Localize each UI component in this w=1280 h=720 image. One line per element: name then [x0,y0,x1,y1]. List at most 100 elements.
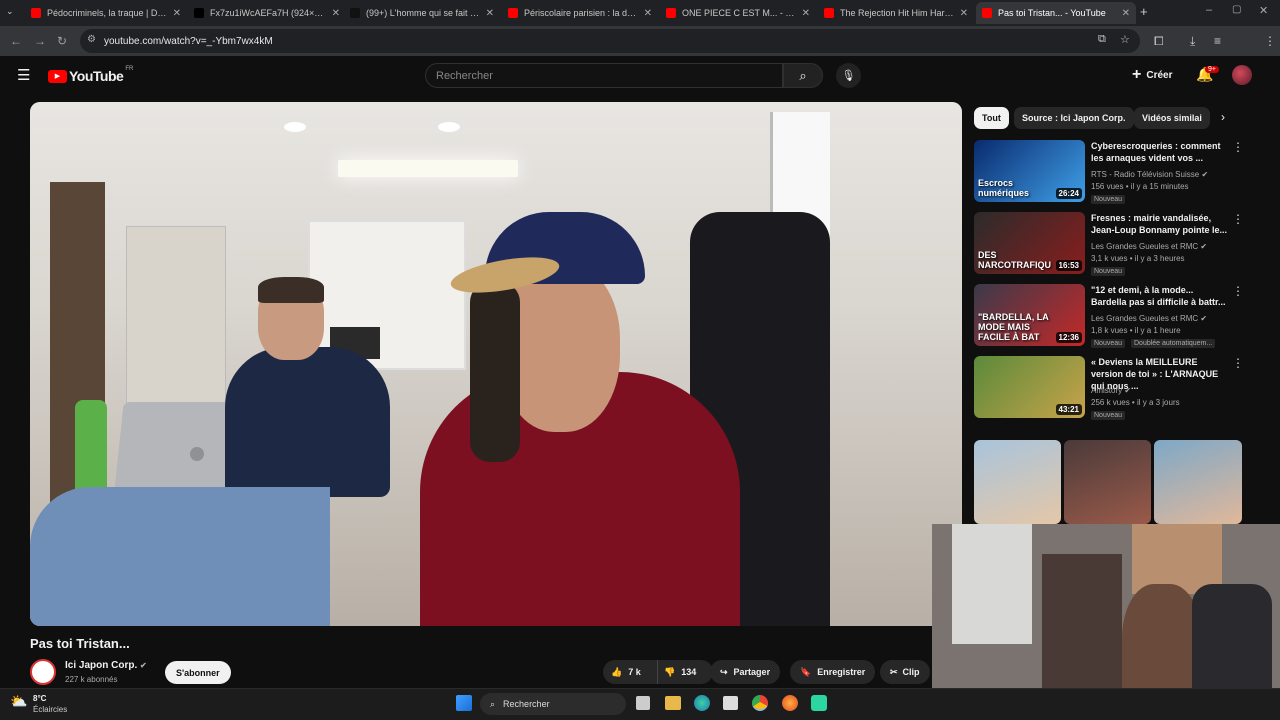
address-bar[interactable]: ⚙ youtube.com/watch?v=_-Ybm7wx4kM ⧉ ☆ [80,29,1140,53]
rec-title[interactable]: Cyberescroqueries : comment les arnaques… [1091,140,1231,164]
recommendation-item[interactable]: Escrocs numériques 26:24 Cyberescroqueries… [974,140,1254,206]
taskbar-search[interactable]: ⌕ Rechercher [480,693,626,715]
recommendation-item[interactable]: "BARDELLA, LA MODE MAIS FACILE À BAT 12:3… [974,284,1254,350]
chevron-right-icon[interactable]: › [1221,110,1225,124]
media-icon[interactable]: ≡ [1214,34,1221,48]
more-actions-icon[interactable]: ⋮ [1232,212,1244,226]
browser-tab[interactable]: Pas toi Tristan... - YouTube ✕ [976,2,1136,24]
search-icon: ⌕ [799,67,807,83]
weather-icon[interactable]: ⛅ [10,693,27,710]
dislike-button[interactable]: 👎 134 [658,667,696,678]
channel-name[interactable]: Ici Japon Corp. ✔ [65,660,147,671]
duration-badge: 26:24 [1055,188,1082,199]
download-icon[interactable]: ⤓ [1190,34,1195,49]
recommendation-item[interactable]: DES NARCOTRAFIQU 16:53 Fresnes : mairie va… [974,212,1254,278]
store-icon[interactable] [723,696,738,710]
back-icon[interactable]: ← [10,34,22,48]
filter-chip[interactable]: Vidéos similai [1134,107,1210,129]
browser-tab[interactable]: ONE PIECE C EST M... - LA COM ✕ [660,2,816,24]
tab-close-icon[interactable]: ✕ [960,8,968,19]
filter-chip[interactable]: Source : Ici Japon Corp. [1014,107,1134,129]
edge-icon[interactable] [694,695,710,711]
browser-tab[interactable]: (99+) L'homme qui se fait agres ✕ [344,2,500,24]
account-avatar[interactable] [1232,65,1252,85]
subscribe-button[interactable]: S'abonner [165,661,231,684]
site-info-icon[interactable]: ⚙ [87,34,96,45]
share-icon: ↪ [720,666,728,677]
short-thumb-1[interactable] [974,440,1061,524]
extensions-icon[interactable]: ⧠ [1154,34,1164,49]
tab-close-icon[interactable]: ✕ [644,8,652,19]
voice-search-button[interactable]: 🎙 [836,63,861,88]
filter-chip[interactable]: Tout [974,107,1009,129]
rec-title[interactable]: Fresnes : mairie vandalisée, Jean-Loup B… [1091,212,1231,236]
short-thumb-3[interactable] [1154,440,1242,524]
verified-icon: ✔ [1124,386,1132,395]
tab-close-icon[interactable]: ✕ [173,8,181,19]
tab-title: The Rejection Hit Him Hard 😔 [840,7,954,18]
share-button[interactable]: ↪ Partager [710,660,781,684]
more-actions-icon[interactable]: ⋮ [1232,356,1244,370]
recommendation-item[interactable]: 43:21 « Deviens la MEILLEURE version de t… [974,356,1254,422]
save-button[interactable]: 🔖 Enregistrer [790,660,876,684]
bookmark-star-icon[interactable]: ☆ [1120,33,1130,46]
rec-thumbnail[interactable]: "BARDELLA, LA MODE MAIS FACILE À BAT 12:3… [974,284,1085,346]
ceiling-light [338,160,518,177]
like-button[interactable]: 👍 7 k [603,660,658,684]
tab-close-icon[interactable]: ✕ [486,8,494,19]
video-player[interactable] [30,102,962,626]
forward-icon[interactable]: → [34,34,46,48]
reload-icon[interactable]: ↻ [57,34,67,48]
hamburger-menu-icon[interactable]: ☰ [17,66,30,84]
tab-close-icon[interactable]: ✕ [332,8,340,19]
browser-tab[interactable]: Périscolaire parisien : la descen ✕ [502,2,658,24]
tab-close-icon[interactable]: ✕ [1122,8,1130,19]
chrome-icon[interactable] [752,695,768,711]
browser-tab[interactable]: Pédocriminels, la traque | Docu ✕ [25,2,187,24]
install-icon[interactable]: ⧉ [1098,33,1106,46]
maximize-icon[interactable]: ▢ [1232,4,1241,15]
search-button[interactable]: ⌕ [783,63,823,88]
more-actions-icon[interactable]: ⋮ [1232,140,1244,154]
short-thumb-2[interactable] [1064,440,1151,524]
duration-badge: 16:53 [1055,260,1082,271]
new-tab-icon[interactable]: + [1140,4,1148,19]
file-explorer-icon[interactable] [665,696,681,710]
rec-channel[interactable]: Les Grandes Gueules et RMC ✔ [1091,314,1207,323]
thumb-text: "BARDELLA, LA MODE MAIS FACILE À BAT [978,312,1049,342]
rec-channel[interactable]: RTS - Radio Télévision Suisse ✔ [1091,170,1208,179]
firefox-icon[interactable] [782,695,798,711]
microphone-icon: 🎙 [841,70,856,82]
search-input[interactable]: Rechercher [425,63,783,88]
video-title: Pas toi Tristan... [30,636,130,651]
youtube-logo[interactable]: ▶ YouTube FR [48,66,134,84]
bookmark-icon: 🔖 [800,666,812,677]
create-button[interactable]: + Créer [1132,66,1172,84]
windows-start-icon[interactable] [456,695,472,711]
windows-taskbar: ⛅ 8°C Éclaircies ⌕ Rechercher [0,688,1280,720]
thumb-text: Escrocs numériques [978,178,1030,198]
rec-thumbnail[interactable]: Escrocs numériques 26:24 [974,140,1085,202]
rec-channel-name: Les Grandes Gueules et RMC [1091,314,1199,323]
ceiling-spot-2 [438,122,460,132]
channel-avatar[interactable] [30,659,56,685]
url-text: youtube.com/watch?v=_-Ybm7wx4kM [104,35,273,47]
rec-channel[interactable]: Amistory ✔ [1091,386,1131,395]
browser-tab[interactable]: Fx7zu1iWcAEFa7H (924×790) ✕ [188,2,346,24]
minimize-icon[interactable]: – [1206,4,1212,16]
more-actions-icon[interactable]: ⋮ [1232,284,1244,298]
rec-channel[interactable]: Les Grandes Gueules et RMC ✔ [1091,242,1207,251]
rec-thumbnail[interactable]: DES NARCOTRAFIQU 16:53 [974,212,1085,274]
app-icon[interactable] [811,695,827,711]
menu-dots-icon[interactable]: ⋮ [1264,34,1276,48]
tab-close-icon[interactable]: ✕ [802,8,810,19]
rec-thumbnail[interactable]: 43:21 [974,356,1085,418]
region-code: FR [125,66,134,72]
browser-tab[interactable]: The Rejection Hit Him Hard 😔 ✕ [818,2,974,24]
close-window-icon[interactable]: ✕ [1259,4,1268,17]
tab-list-icon[interactable]: ⌄ [6,6,14,17]
clip-button[interactable]: ✂ Clip [880,660,930,684]
rec-stats: 1,8 k vues • il y a 1 heure [1091,326,1181,335]
task-view-icon[interactable] [636,696,650,710]
rec-title[interactable]: "12 et demi, à la mode... Bardella pas s… [1091,284,1231,308]
